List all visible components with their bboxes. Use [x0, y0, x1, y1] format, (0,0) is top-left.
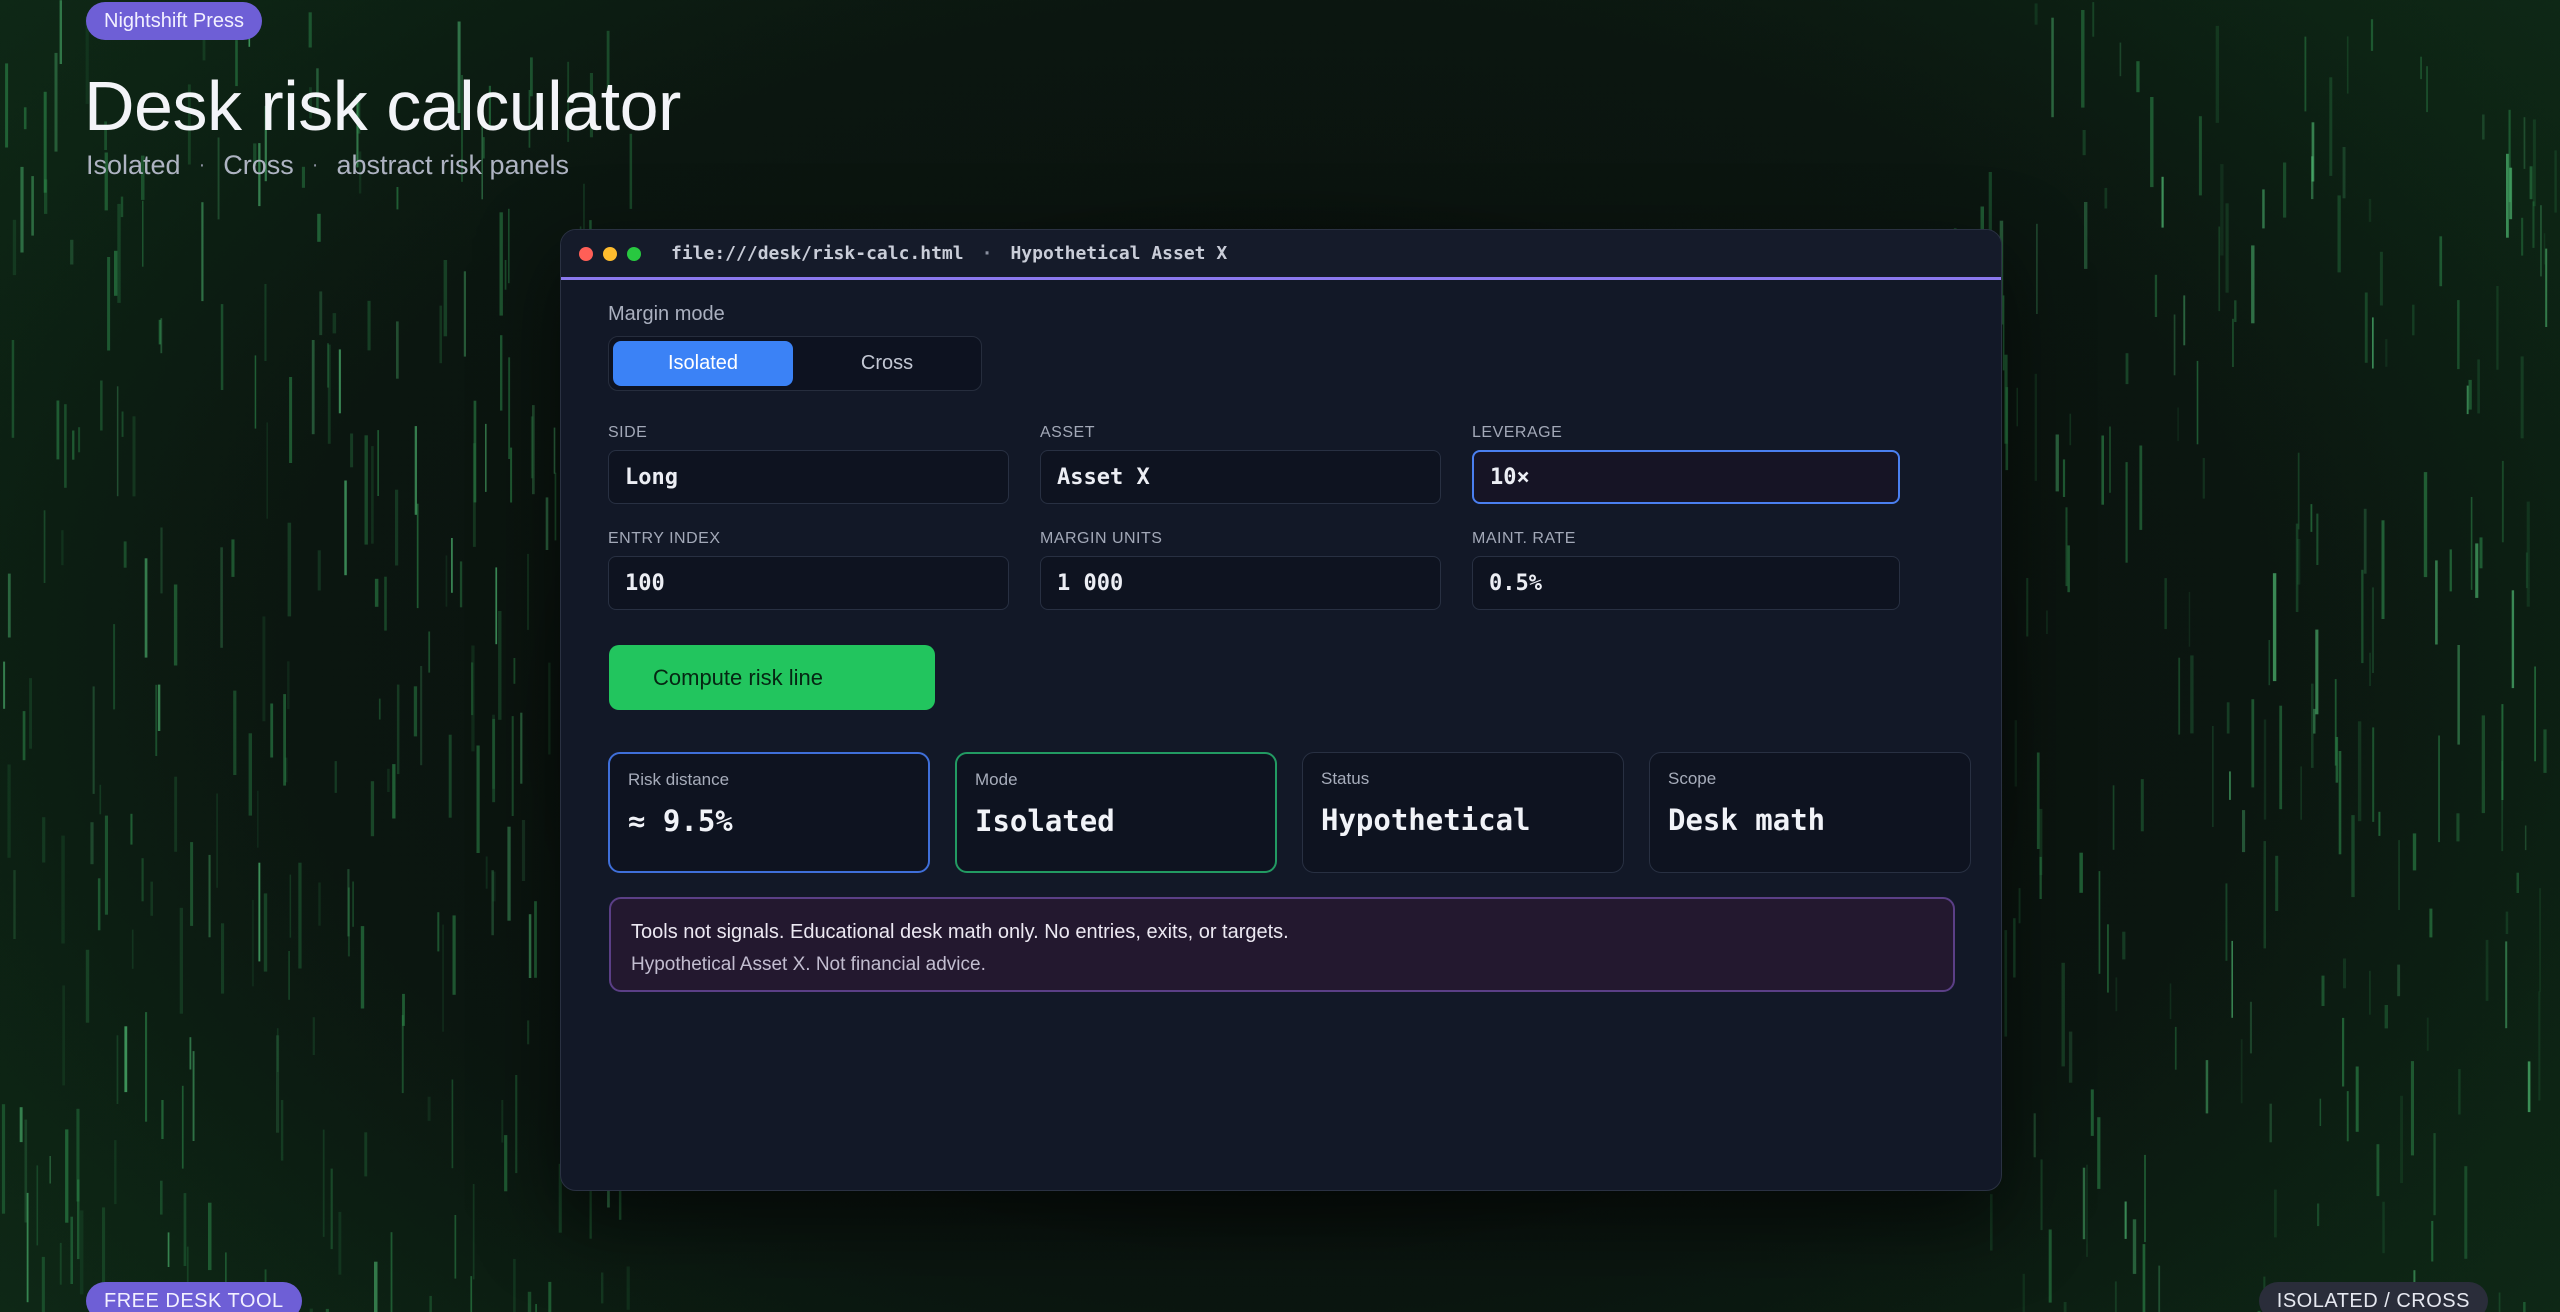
entry-index-input[interactable]: 100	[608, 556, 1009, 610]
subtitle-cross: Cross	[223, 150, 294, 180]
file-path: file:///desk/risk-calc.html	[671, 243, 964, 264]
status-label: Status	[1321, 769, 1370, 788]
side-label: SIDE	[608, 424, 648, 441]
mode-label: Mode	[975, 770, 1018, 789]
maint-rate-label: MAINT. RATE	[1472, 530, 1576, 547]
margin-mode-cross-button[interactable]: Cross	[797, 341, 977, 386]
disclaimer-line-2: Hypothetical Asset X. Not financial advi…	[631, 954, 986, 975]
scope-label: Scope	[1668, 769, 1717, 788]
status-card: Status Hypothetical	[1302, 752, 1624, 873]
entry-index-label: ENTRY INDEX	[608, 530, 721, 547]
subtitle-isolated: Isolated	[86, 150, 181, 180]
scope-card: Scope Desk math	[1649, 752, 1971, 873]
disclaimer-line-1: Tools not signals. Educational desk math…	[631, 921, 1289, 943]
maint-rate-field: MAINT. RATE 0.5%	[1472, 530, 1900, 636]
compute-risk-button[interactable]: Compute risk line	[609, 645, 935, 710]
side-input[interactable]: Long	[608, 450, 1009, 504]
window-titlebar: file:///desk/risk-calc.html · Hypothetic…	[561, 230, 2001, 280]
maximize-dot-icon[interactable]	[627, 246, 641, 261]
entry-index-field: ENTRY INDEX 100	[608, 530, 1009, 636]
free-desk-tool-badge: FREE DESK TOOL	[86, 1282, 302, 1312]
asset-input[interactable]: Asset X	[1040, 450, 1441, 504]
mode-card: Mode Isolated	[955, 752, 1277, 873]
leverage-field: LEVERAGE 10×	[1472, 424, 1900, 530]
page-title: Desk risk calculator	[84, 67, 681, 145]
subtitle-separator: ·	[198, 154, 206, 176]
window-path: file:///desk/risk-calc.html · Hypothetic…	[671, 243, 1227, 264]
close-dot-icon[interactable]	[579, 246, 593, 261]
asset-label: ASSET	[1040, 424, 1095, 441]
margin-mode-isolated-button[interactable]: Isolated	[613, 341, 793, 386]
maint-rate-input[interactable]: 0.5%	[1472, 556, 1900, 610]
subtitle-separator: ·	[311, 154, 319, 176]
mode-badge: ISOLATED / CROSS	[2258, 1282, 2488, 1312]
subtitle-panels: abstract risk panels	[336, 150, 570, 180]
calculator-window: file:///desk/risk-calc.html · Hypothetic…	[560, 229, 2002, 1191]
side-field: SIDE Long	[608, 424, 1009, 530]
mode-value: Isolated	[975, 804, 1115, 838]
risk-distance-card: Risk distance ≈ 9.5%	[608, 752, 930, 873]
page-subtitle: Isolated · Cross · abstract risk panels	[86, 150, 569, 181]
risk-distance-value: ≈ 9.5%	[628, 804, 733, 838]
calculator-content: Margin mode Isolated Cross SIDE Long ASS…	[608, 303, 1971, 992]
asset-field: ASSET Asset X	[1040, 424, 1441, 530]
results-cards: Risk distance ≈ 9.5% Mode Isolated Statu…	[608, 752, 1971, 873]
margin-units-input[interactable]: 1 000	[1040, 556, 1441, 610]
disclaimer-notice: Tools not signals. Educational desk math…	[609, 897, 1955, 992]
status-value: Hypothetical	[1321, 803, 1531, 837]
margin-units-label: MARGIN UNITS	[1040, 530, 1163, 547]
margin-mode-label: Margin mode	[608, 303, 725, 325]
risk-distance-label: Risk distance	[628, 770, 730, 789]
scope-value: Desk math	[1668, 803, 1826, 837]
minimize-dot-icon[interactable]	[603, 246, 617, 261]
input-grid: SIDE Long ASSET Asset X LEVERAGE 10× ENT…	[608, 424, 1900, 636]
leverage-input[interactable]: 10×	[1472, 450, 1900, 504]
window-asset-title: Hypothetical Asset X	[1010, 243, 1228, 264]
margin-mode-toggle: Isolated Cross	[608, 336, 982, 391]
path-separator: ·	[981, 243, 993, 264]
brand-badge[interactable]: Nightshift Press	[86, 2, 263, 40]
leverage-label: LEVERAGE	[1472, 424, 1563, 441]
margin-units-field: MARGIN UNITS 1 000	[1040, 530, 1441, 636]
